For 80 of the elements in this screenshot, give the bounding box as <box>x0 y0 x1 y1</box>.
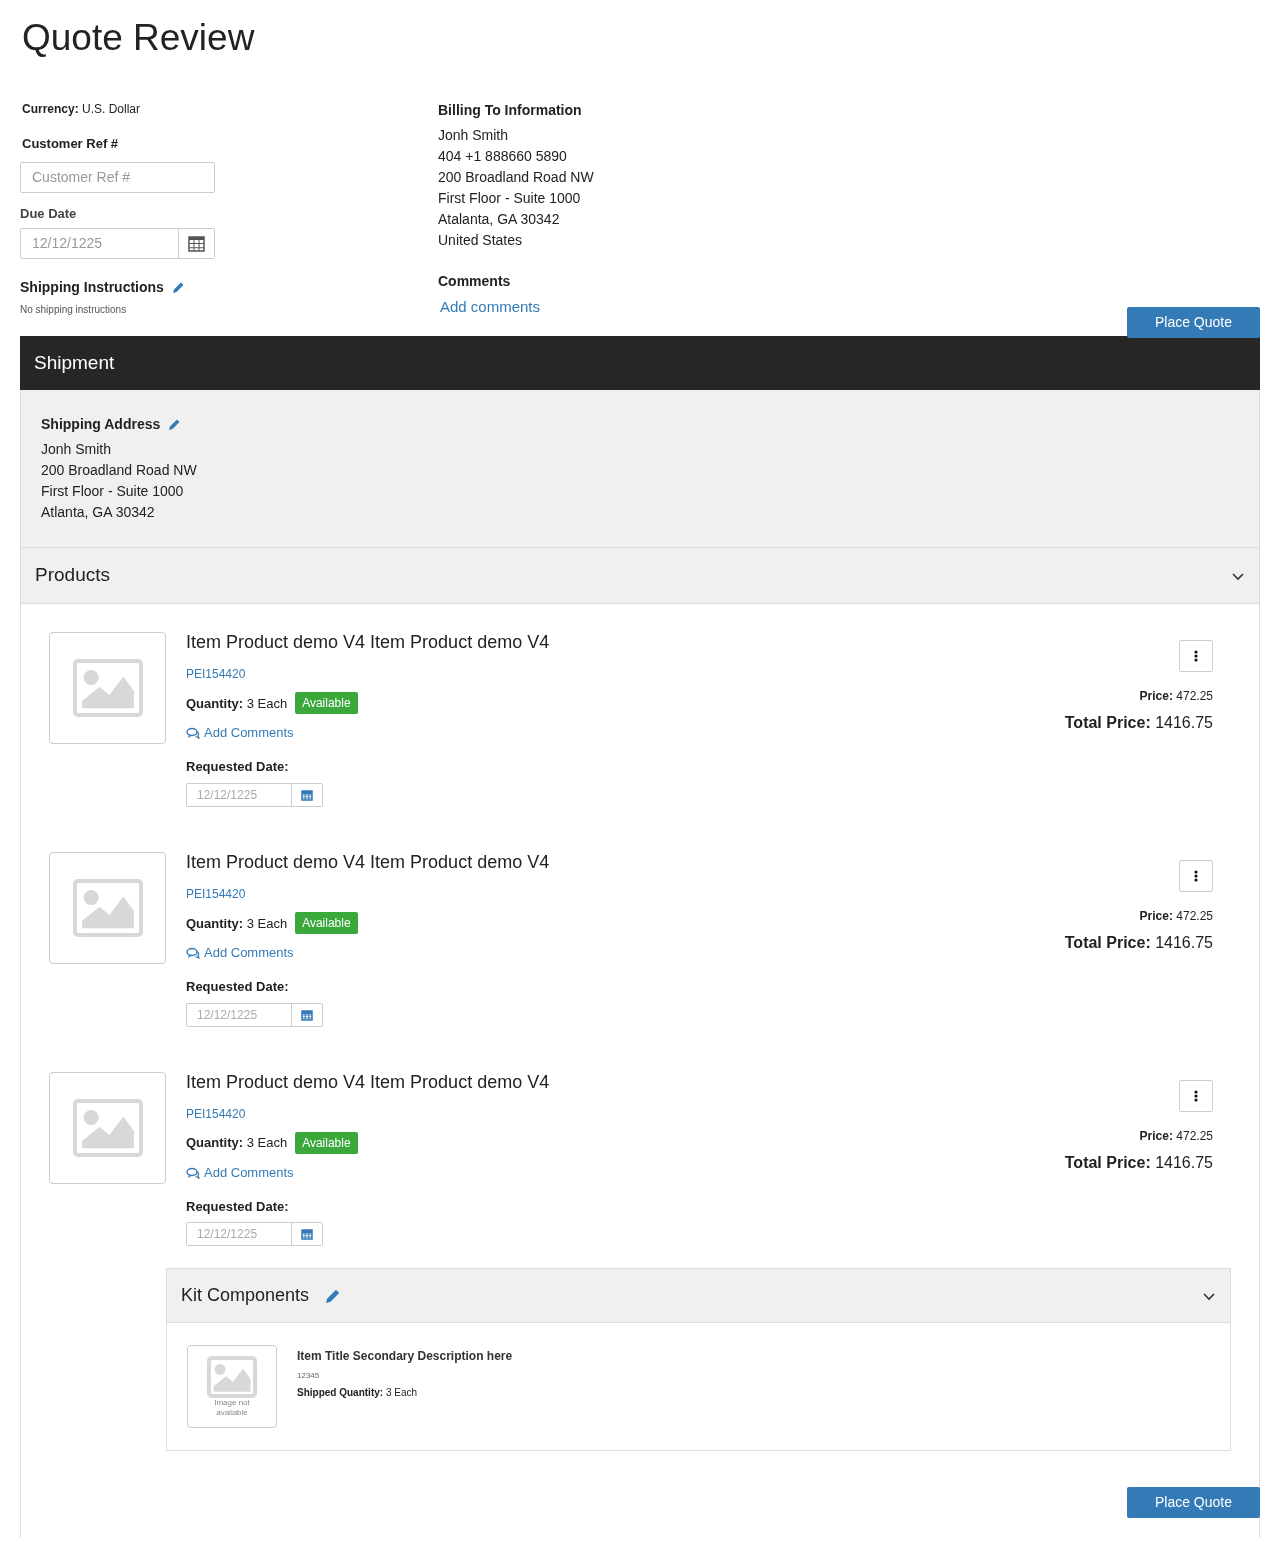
calendar-icon <box>188 235 205 253</box>
speech-bubbles-icon <box>186 947 200 960</box>
calendar-icon <box>301 1008 313 1021</box>
image-caption: Image not available <box>213 1397 251 1419</box>
address-line: Atlanta, GA 30342 <box>41 503 156 523</box>
add-comments-link[interactable]: Add Comments <box>186 723 294 743</box>
section-heading: Shipping Address <box>41 415 161 435</box>
address-line: 404 +1 888660 5890 <box>438 147 568 167</box>
pencil-icon <box>325 1287 342 1304</box>
item-code: 12345 <box>297 1370 321 1383</box>
quantity-text: Quantity: 3 Each <box>186 694 288 713</box>
section-heading: Billing To Information <box>438 101 583 121</box>
speech-bubbles-icon <box>186 1166 200 1179</box>
section-title: Kit Components <box>181 1284 310 1308</box>
address-line: First Floor - Suite 1000 <box>41 482 185 502</box>
sku-link[interactable]: PEI154420 <box>186 1107 246 1122</box>
kebab-menu-icon <box>1194 649 1198 662</box>
section-header[interactable]: Products <box>20 547 1260 604</box>
currency-text: Currency: U.S. Dollar <box>22 101 142 119</box>
total-price-text: Total Price: 1416.75 <box>1064 1152 1213 1173</box>
speech-bubbles-icon <box>186 727 200 740</box>
add-comments-link[interactable]: Add comments <box>440 296 541 319</box>
more-options-button[interactable] <box>1179 859 1213 892</box>
quantity-text: Quantity: 3 Each <box>186 914 288 933</box>
address-line: 200 Broadland Road NW <box>41 461 198 481</box>
status-tag: Available <box>295 692 358 715</box>
address-line: 200 Broadland Road NW <box>438 168 595 188</box>
total-price-text: Total Price: 1416.75 <box>1064 712 1213 733</box>
section-heading: Comments <box>438 272 512 292</box>
image-placeholder-icon <box>72 878 143 937</box>
shipped-quantity-text: Shipped Quantity: 3 Each <box>297 1386 419 1401</box>
date-field[interactable]: 12/12/1225 <box>186 1002 323 1027</box>
address-line: First Floor - Suite 1000 <box>438 189 582 209</box>
page-title: Quote Review <box>22 16 256 60</box>
product-name: Item Product demo V4 Item Product demo V4 <box>186 1071 551 1094</box>
sku-link[interactable]: PEI154420 <box>186 667 246 682</box>
note-text: No shipping instructions <box>20 303 128 318</box>
section-title: Products <box>35 563 110 588</box>
kebab-menu-icon <box>1194 869 1198 882</box>
section-header[interactable]: Kit Components <box>166 1268 1231 1324</box>
date-field[interactable]: 12/12/1225 <box>186 1222 323 1247</box>
address-line: United States <box>438 231 524 251</box>
field-label: Due Date <box>20 204 78 223</box>
price-text: Price: 472.25 <box>1139 687 1213 705</box>
pencil-icon <box>171 281 185 295</box>
price-text: Price: 472.25 <box>1139 907 1213 925</box>
field-label: Requested Date: <box>186 1197 290 1216</box>
add-comments-link[interactable]: Add Comments <box>186 1163 294 1183</box>
product-name: Item Product demo V4 Item Product demo V4 <box>186 851 551 874</box>
customer-ref-field[interactable]: Customer Ref # <box>20 161 215 193</box>
field-label: Customer Ref # <box>22 135 120 154</box>
calendar-icon <box>301 1228 313 1241</box>
more-options-button[interactable] <box>1179 639 1213 672</box>
price-text: Price: 472.25 <box>1139 1127 1213 1145</box>
place-quote-button[interactable]: Place Quote <box>1126 306 1260 338</box>
field-label: Requested Date: <box>186 758 290 777</box>
pencil-icon <box>168 418 182 432</box>
address-line: Jonh Smith <box>41 440 113 460</box>
add-comments-link[interactable]: Add Comments <box>186 943 294 963</box>
status-tag: Available <box>295 1132 358 1155</box>
image-placeholder-icon <box>72 1098 143 1157</box>
date-field[interactable]: 12/12/1225 <box>20 228 215 260</box>
address-line: Jonh Smith <box>438 126 510 146</box>
quantity-text: Quantity: 3 Each <box>186 1134 288 1153</box>
product-name: Item Product demo V4 Item Product demo V4 <box>186 631 551 654</box>
image-placeholder-icon <box>207 1355 257 1398</box>
sku-link[interactable]: PEI154420 <box>186 887 246 902</box>
section-heading: Shipping Instructions <box>20 278 164 298</box>
status-tag: Available <box>295 912 358 935</box>
more-options-button[interactable] <box>1179 1079 1213 1112</box>
calendar-icon <box>301 788 313 801</box>
date-field[interactable]: 12/12/1225 <box>186 782 323 807</box>
total-price-text: Total Price: 1416.75 <box>1064 932 1213 953</box>
image-placeholder-icon <box>72 658 143 717</box>
item-title: Item Title Secondary Description here <box>297 1348 513 1366</box>
kebab-menu-icon <box>1194 1089 1198 1102</box>
place-quote-button[interactable]: Place Quote <box>1126 1487 1260 1519</box>
section-header: Shipment <box>20 335 1260 391</box>
field-label: Requested Date: <box>186 978 290 997</box>
address-line: Atalanta, GA 30342 <box>438 210 561 230</box>
